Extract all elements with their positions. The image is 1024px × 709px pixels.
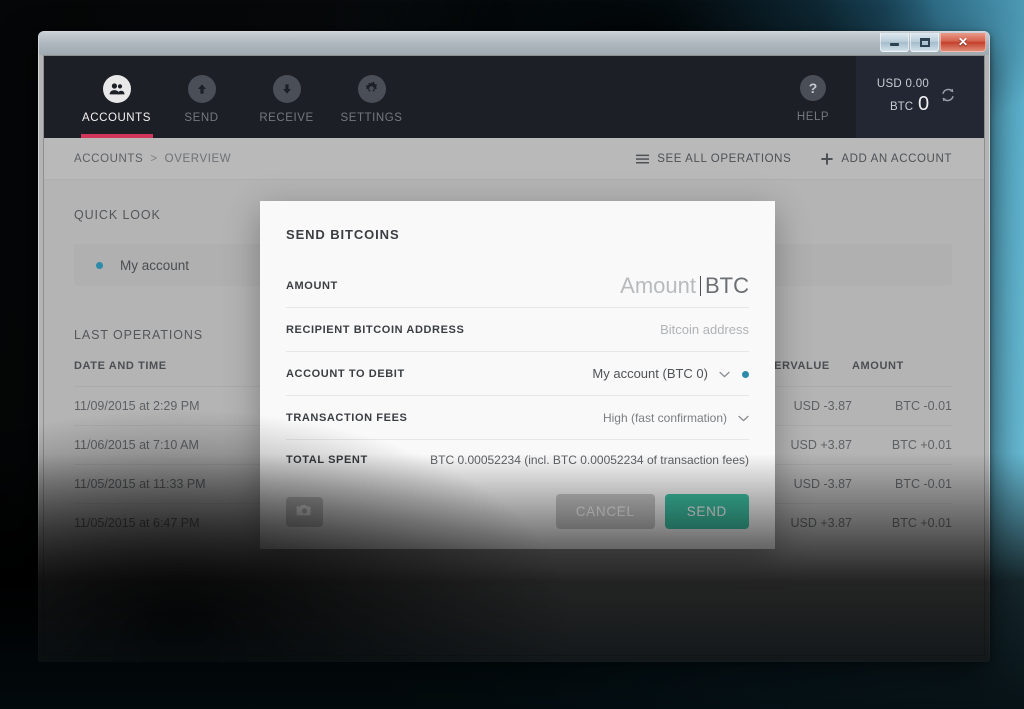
amount-label: AMOUNT: [286, 279, 338, 292]
question-mark-icon: ?: [800, 75, 826, 101]
plus-icon: [821, 152, 833, 165]
account-card-name: My account: [120, 257, 190, 273]
total-spent-value: BTC 0.00052234 (incl. BTC 0.00052234 of …: [430, 453, 749, 467]
cell-amount: BTC -0.01: [852, 464, 952, 504]
recipient-address-row: RECIPIENT BITCOIN ADDRESS Bitcoin addres…: [286, 308, 749, 352]
nav-items: ACCOUNTS SEND RECEIVE SETTINGS: [44, 56, 414, 138]
account-status-dot: [96, 261, 103, 269]
camera-icon: [296, 503, 313, 520]
nav-label-receive: RECEIVE: [259, 111, 314, 124]
gear-icon: [357, 74, 386, 103]
nav-label-send: SEND: [184, 111, 219, 124]
transaction-fees-label: TRANSACTION FEES: [286, 411, 408, 424]
balance-usd: USD 0.00: [876, 78, 930, 90]
total-spent-label: TOTAL SPENT: [286, 454, 368, 466]
nav-item-receive[interactable]: RECEIVE: [244, 56, 329, 138]
arrow-up-icon: [187, 74, 216, 103]
close-button[interactable]: ✕: [940, 33, 986, 52]
minimize-button[interactable]: [880, 33, 909, 52]
breadcrumb-separator: >: [150, 152, 158, 165]
nav-label-accounts: ACCOUNTS: [82, 111, 151, 124]
refresh-icon[interactable]: [939, 86, 957, 109]
scan-qr-button[interactable]: [286, 496, 323, 527]
account-to-debit-value: My account (BTC 0): [592, 366, 708, 381]
recipient-address-label: RECIPIENT BITCOIN ADDRESS: [286, 323, 465, 336]
help-button[interactable]: ? HELP: [770, 56, 856, 138]
breadcrumb-accounts[interactable]: ACCOUNTS: [74, 153, 143, 165]
cell-date: 11/05/2015 at 6:47 PM: [74, 503, 274, 542]
total-spent-row: TOTAL SPENT BTC 0.00052234 (incl. BTC 0.…: [286, 440, 749, 480]
breadcrumb-bar: ACCOUNTS > OVERVIEW SEE ALL OPERATIONS A…: [44, 138, 984, 180]
balance-text: USD 0.00 BTC 0: [877, 78, 939, 116]
add-an-account-label: ADD AN ACCOUNT: [841, 152, 952, 165]
top-navigation: ACCOUNTS SEND RECEIVE SETTINGS ? HELP US…: [44, 56, 984, 138]
chevron-down-icon: [719, 371, 730, 378]
balance-btc-label: BTC: [890, 101, 913, 113]
cell-date: 11/09/2015 at 2:29 PM: [74, 386, 274, 426]
help-label: HELP: [796, 111, 830, 123]
close-icon: ✕: [957, 35, 969, 49]
cancel-button[interactable]: CANCEL: [555, 494, 655, 529]
amount-row: AMOUNT Amount BTC: [286, 264, 749, 308]
text-cursor: [700, 275, 701, 296]
application-window: ✕ ACCOUNTS SEND RECEIVE SETTINGS ? HELP …: [38, 31, 990, 662]
balance-box: USD 0.00 BTC 0: [856, 56, 984, 138]
maximize-icon: [919, 37, 930, 47]
modal-title: SEND BITCOINS: [286, 227, 400, 242]
app-body: ACCOUNTS SEND RECEIVE SETTINGS ? HELP US…: [43, 55, 985, 656]
transaction-fees-select[interactable]: High (fast confirmation): [603, 411, 749, 425]
nav-label-settings: SETTINGS: [340, 111, 403, 124]
arrow-down-icon: [272, 74, 301, 103]
cell-amount: BTC +0.01: [852, 425, 952, 465]
minimize-icon: [890, 43, 899, 46]
modal-buttons: CANCEL SEND: [555, 494, 749, 529]
account-to-debit-label: ACCOUNT TO DEBIT: [286, 367, 405, 380]
column-header-date: DATE AND TIME: [74, 360, 167, 372]
cell-amount: BTC -0.01: [852, 386, 952, 426]
see-all-operations-button[interactable]: SEE ALL OPERATIONS: [636, 153, 791, 165]
account-to-debit-select[interactable]: My account (BTC 0): [592, 366, 749, 381]
balance-btc-row: BTC 0: [877, 93, 929, 116]
cell-amount: BTC +0.01: [852, 503, 952, 542]
chevron-down-icon: [738, 415, 749, 422]
window-titlebar[interactable]: ✕: [39, 32, 989, 55]
nav-item-accounts[interactable]: ACCOUNTS: [74, 56, 159, 138]
desktop-background: ✕ ACCOUNTS SEND RECEIVE SETTINGS ? HELP …: [0, 0, 1024, 709]
modal-actions: CANCEL SEND: [286, 480, 749, 549]
send-button[interactable]: SEND: [664, 494, 749, 529]
amount-unit: BTC: [705, 272, 749, 298]
column-header-amount: AMOUNT: [852, 360, 904, 372]
amount-input[interactable]: Amount BTC: [620, 273, 749, 299]
amount-placeholder: Amount: [620, 272, 696, 298]
balance-btc-value: 0: [918, 93, 930, 115]
transaction-fees-row: TRANSACTION FEES High (fast confirmation…: [286, 396, 749, 440]
nav-item-settings[interactable]: SETTINGS: [329, 56, 414, 138]
breadcrumb-overview: OVERVIEW: [164, 152, 232, 165]
send-bitcoins-modal: SEND BITCOINS AMOUNT Amount BTC RECIPIEN…: [260, 201, 775, 549]
account-status-dot: [742, 371, 749, 378]
account-to-debit-row: ACCOUNT TO DEBIT My account (BTC 0): [286, 352, 749, 396]
maximize-button[interactable]: [910, 33, 939, 52]
nav-item-send[interactable]: SEND: [159, 56, 244, 138]
cell-date: 11/06/2015 at 7:10 AM: [74, 425, 274, 465]
list-icon: [636, 154, 650, 164]
active-tab-indicator: [80, 134, 153, 138]
cell-date: 11/05/2015 at 11:33 PM: [74, 464, 274, 504]
people-icon: [102, 74, 131, 103]
recipient-address-input[interactable]: Bitcoin address: [660, 322, 749, 337]
transaction-fees-value: High (fast confirmation): [602, 410, 727, 425]
add-an-account-button[interactable]: ADD AN ACCOUNT: [821, 153, 952, 165]
see-all-operations-label: SEE ALL OPERATIONS: [657, 152, 792, 165]
